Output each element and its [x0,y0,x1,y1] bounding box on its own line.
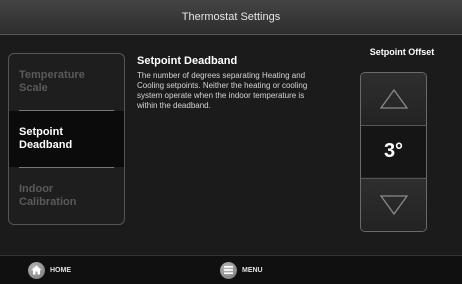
description-title: Setpoint Deadband [137,55,238,67]
menu-icon [220,261,237,279]
offset-stepper: 3° [360,72,427,232]
triangle-down-icon [379,195,408,216]
page-title: Thermostat Settings [181,11,281,23]
menu-item-label: Temperature Scale [19,69,85,94]
increase-button[interactable] [361,73,426,126]
description-text: The number of degrees separating Heating… [137,71,308,110]
offset-label: Setpoint Offset [369,47,435,57]
settings-menu: Temperature Scale Setpoint Deadband Indo… [8,53,125,225]
menu-label: MENU [242,266,263,274]
home-label: HOME [50,266,71,274]
menu-button[interactable]: MENU [220,261,263,279]
home-button[interactable]: HOME [28,261,71,279]
decrease-button[interactable] [361,178,426,231]
title-bar: Thermostat Settings [0,0,462,35]
menu-item-setpoint-deadband[interactable]: Setpoint Deadband [9,111,124,167]
menu-item-label: Setpoint Deadband [19,126,73,151]
menu-item-indoor-calibration[interactable]: Indoor Calibration [9,168,124,224]
settings-panel: Temperature Scale Setpoint Deadband Indo… [0,35,462,255]
menu-item-temperature-scale[interactable]: Temperature Scale [9,54,124,110]
offset-value: 3° [361,126,426,177]
menu-item-label: Indoor Calibration [19,183,77,208]
home-icon [28,261,45,279]
triangle-up-icon [379,88,408,109]
bottom-nav-bar: HOME MENU [0,255,462,284]
